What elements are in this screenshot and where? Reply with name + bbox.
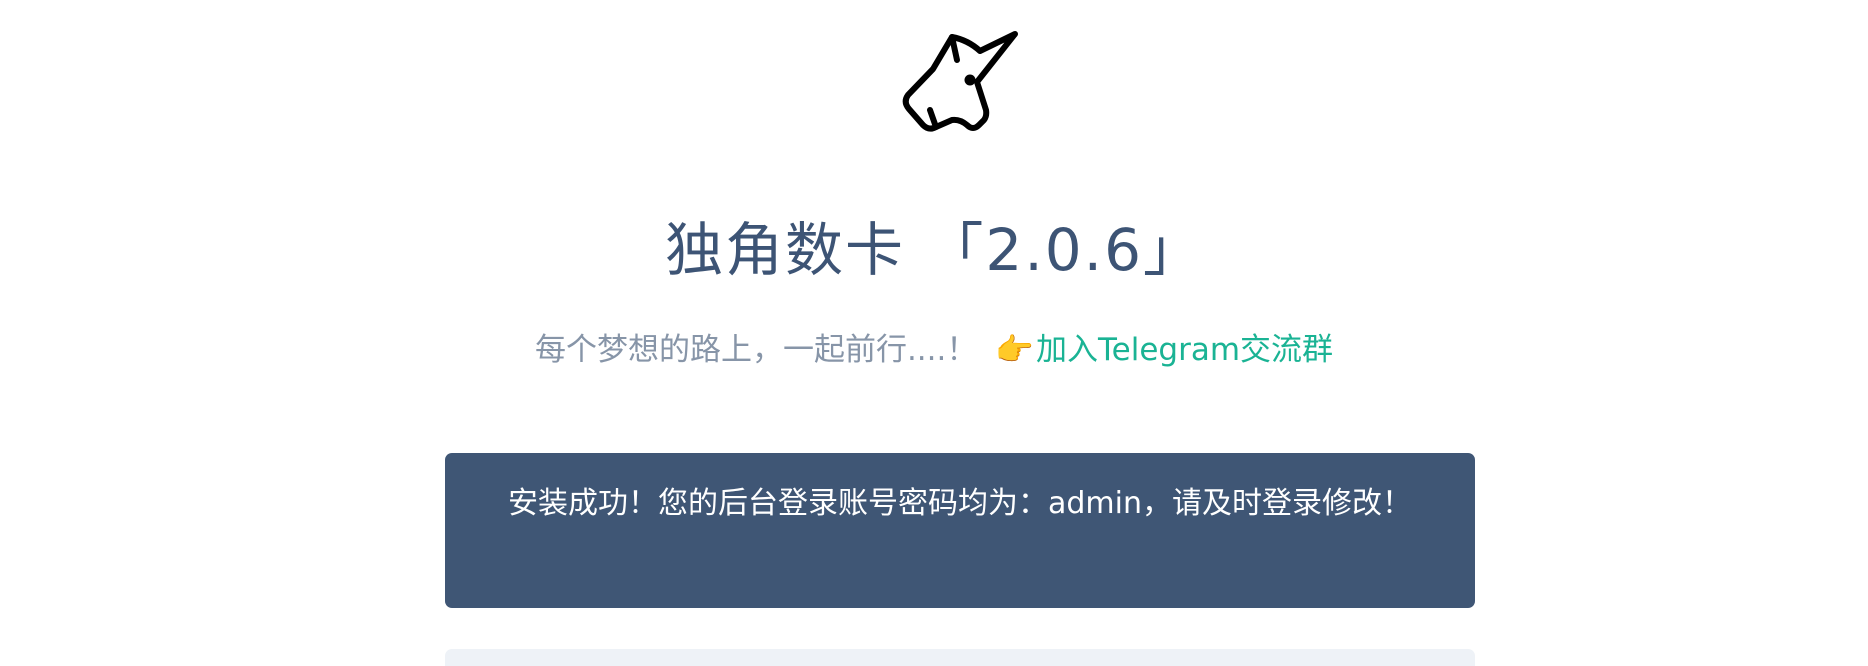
- telegram-group-link[interactable]: 加入Telegram交流群: [1036, 332, 1333, 368]
- tagline-text: 每个梦想的路上，一起前行....！: [534, 332, 978, 368]
- unicorn-head-icon: [902, 31, 1018, 132]
- install-success-page: 独角数卡 「2.0.6」 每个梦想的路上，一起前行....！ 👉加入Telegra…: [0, 0, 1868, 666]
- pointing-hand-icon: 👉: [995, 332, 1034, 368]
- tagline-row: 每个梦想的路上，一起前行....！ 👉加入Telegram交流群: [0, 330, 1868, 370]
- install-success-message: 安装成功！您的后台登录账号密码均为：admin，请及时登录修改！: [508, 486, 1412, 521]
- page-title: 独角数卡 「2.0.6」: [664, 216, 1203, 284]
- install-success-alert: 安装成功！您的后台登录账号密码均为：admin，请及时登录修改！: [445, 453, 1475, 608]
- content-panel: [445, 649, 1475, 666]
